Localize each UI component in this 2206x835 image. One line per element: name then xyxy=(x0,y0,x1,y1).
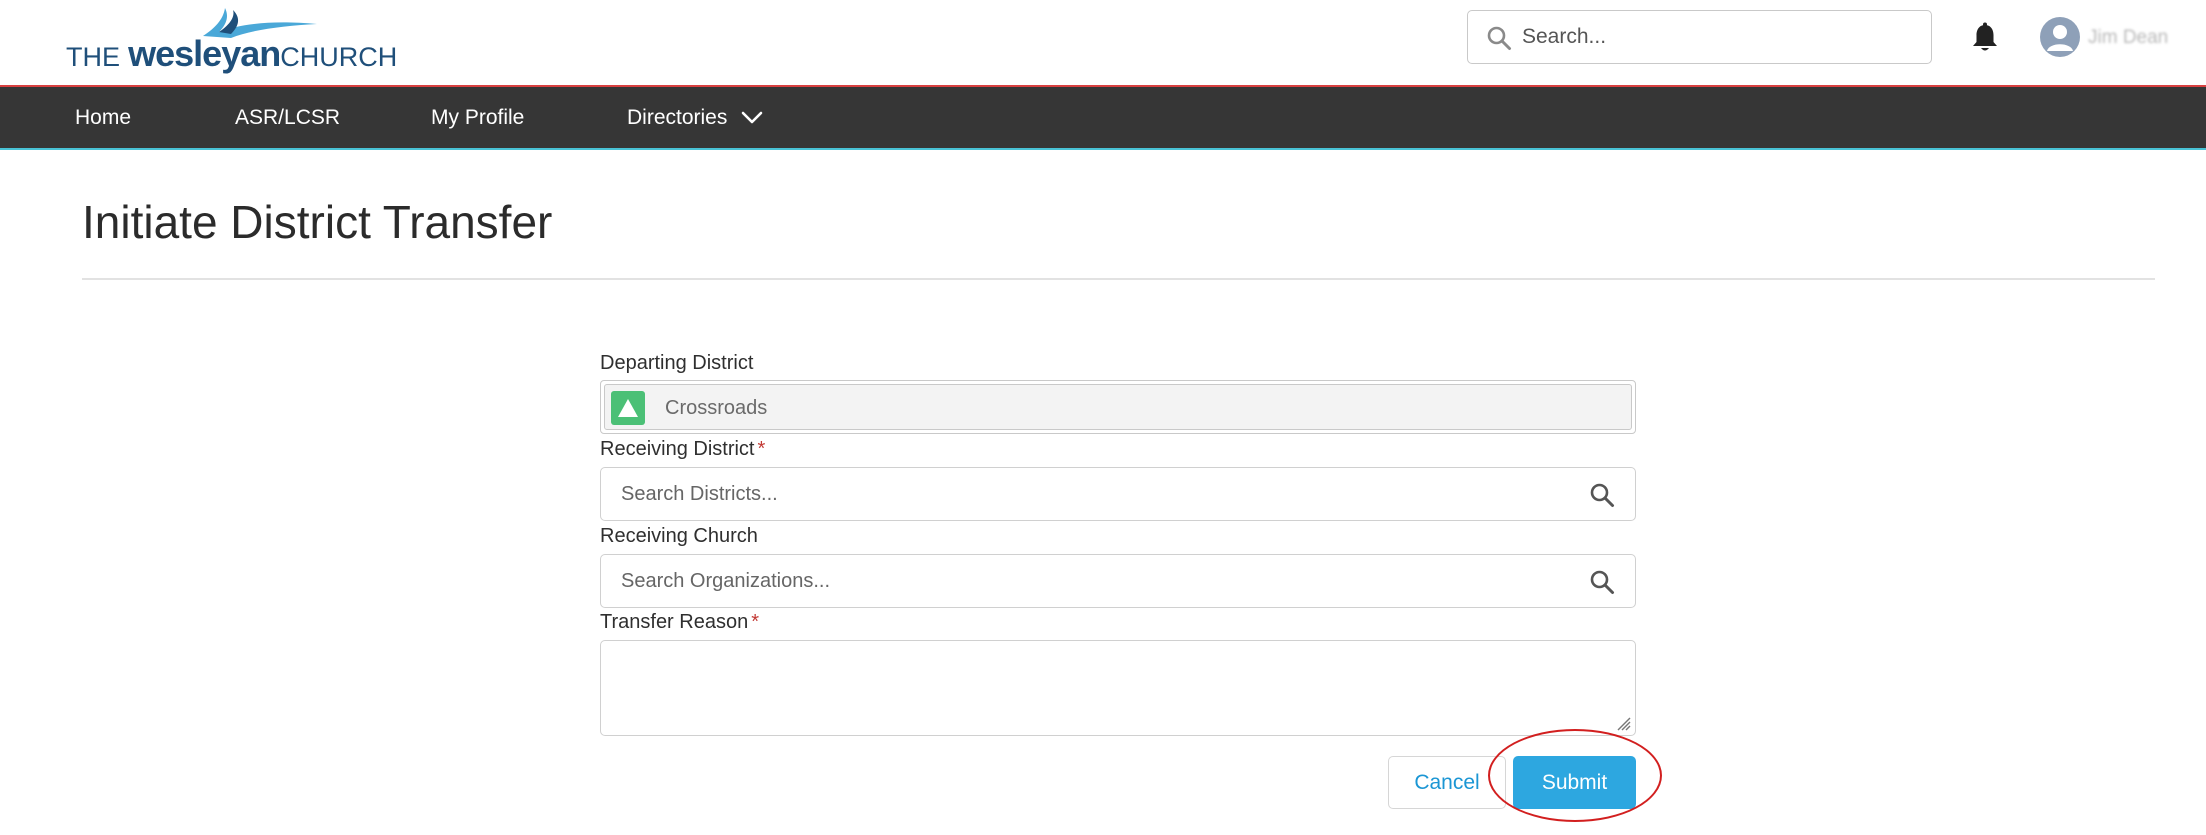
person-icon xyxy=(2047,25,2073,51)
transfer-reason-textarea[interactable] xyxy=(601,641,1635,735)
avatar-icon xyxy=(2040,17,2080,57)
chevron-down-icon xyxy=(741,112,763,124)
nav-item-directories-label: Directories xyxy=(627,106,728,129)
nav-item-asr-lcsr[interactable]: ASR/LCSR xyxy=(235,87,340,148)
nav-item-directories[interactable]: Directories xyxy=(627,87,763,148)
logo-suffix: CHURCH xyxy=(280,42,398,72)
bell-icon[interactable] xyxy=(1970,22,2000,54)
resize-grip-icon[interactable] xyxy=(1615,715,1631,731)
triangle-icon xyxy=(618,399,638,417)
receiving-church-label-text: Receiving Church xyxy=(600,525,758,547)
departing-district-label: Departing District xyxy=(600,352,753,375)
search-icon[interactable] xyxy=(1589,482,1615,508)
receiving-church-label: Receiving Church xyxy=(600,525,758,548)
search-icon xyxy=(1487,26,1511,50)
required-marker: * xyxy=(751,611,760,633)
wesleyan-church-logo[interactable]: THE wesleyanCHURCH xyxy=(66,6,397,72)
cancel-button[interactable]: Cancel xyxy=(1388,756,1506,809)
logo-prefix: THE xyxy=(66,42,120,72)
page-title: Initiate District Transfer xyxy=(82,196,553,248)
departing-district-field: Crossroads xyxy=(600,380,1636,434)
receiving-church-input[interactable] xyxy=(621,555,1581,607)
departing-district-label-text: Departing District xyxy=(600,352,754,374)
required-marker: * xyxy=(757,438,766,460)
search-icon[interactable] xyxy=(1589,569,1615,595)
global-search-input[interactable] xyxy=(1522,11,1922,63)
nav-item-home[interactable]: Home xyxy=(75,87,131,148)
receiving-church-lookup[interactable] xyxy=(600,554,1636,608)
user-name: Jim Dean xyxy=(2088,27,2169,48)
transfer-reason-label: Transfer Reason * xyxy=(600,611,759,634)
departing-district-value: Crossroads xyxy=(665,397,768,419)
receiving-district-label-text: Receiving District xyxy=(600,438,755,460)
nav-item-my-profile[interactable]: My Profile xyxy=(431,87,524,148)
logo-wordmark: THE wesleyanCHURCH xyxy=(66,36,397,75)
district-icon xyxy=(611,391,645,425)
logo-bold: wesleyan xyxy=(128,33,281,74)
top-header: THE wesleyanCHURCH Jim Dean xyxy=(0,0,2206,85)
title-divider xyxy=(82,278,2155,280)
receiving-district-input[interactable] xyxy=(621,468,1581,520)
transfer-reason-field[interactable] xyxy=(600,640,1636,736)
receiving-district-label: Receiving District * xyxy=(600,438,765,461)
global-search[interactable] xyxy=(1467,10,1932,64)
main-nav: Home ASR/LCSR My Profile Directories xyxy=(0,85,2206,150)
submit-button[interactable]: Submit xyxy=(1513,756,1636,809)
departing-district-pill: Crossroads xyxy=(604,384,1632,430)
transfer-reason-label-text: Transfer Reason xyxy=(600,611,749,633)
receiving-district-lookup[interactable] xyxy=(600,467,1636,521)
